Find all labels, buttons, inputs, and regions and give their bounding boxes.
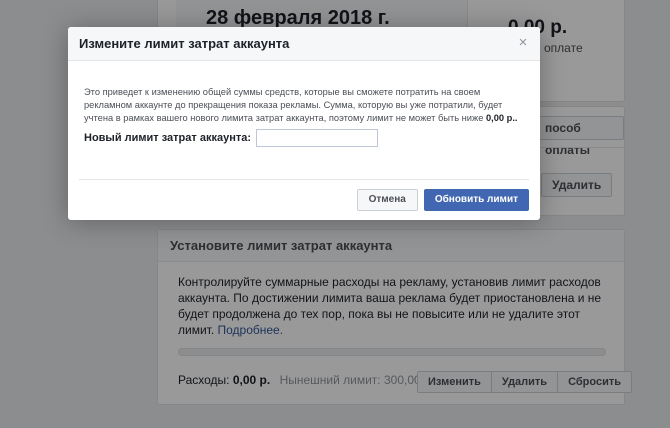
limit-field-label: Новый лимит затрат аккаунта: [84, 132, 252, 144]
dialog-divider [79, 179, 529, 180]
update-limit-button[interactable]: Обновить лимит [423, 189, 529, 211]
cancel-button[interactable]: Отмена [356, 189, 418, 211]
minimum-limit-value: 0,00 р.. [485, 113, 518, 123]
dialog-title: Измените лимит затрат аккаунта [79, 36, 290, 51]
close-icon[interactable]: × [516, 35, 530, 50]
dialog-description: Это приведет к изменению общей суммы сре… [84, 86, 529, 125]
dialog-description-text: Это приведет к изменению общей суммы сре… [84, 87, 503, 123]
dialog-header: Измените лимит затрат аккаунта × [68, 27, 540, 61]
change-limit-dialog: Измените лимит затрат аккаунта × Это при… [68, 27, 540, 220]
limit-field-row: Новый лимит затрат аккаунта: [84, 129, 379, 147]
new-limit-input[interactable] [256, 129, 379, 147]
dialog-footer: Отмена Обновить лимит [356, 189, 529, 211]
